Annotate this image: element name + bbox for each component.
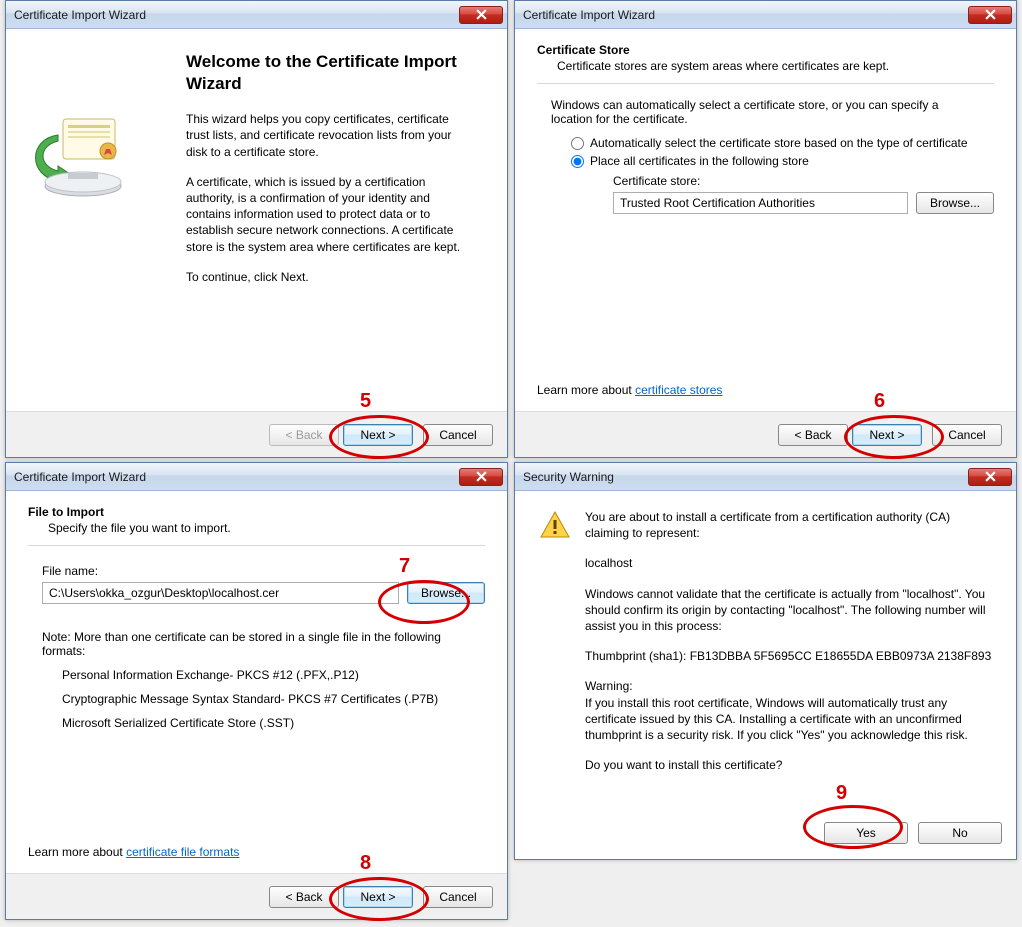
- wizard-welcome-dialog: Certificate Import Wizard Welcome to the…: [5, 0, 508, 458]
- radio-auto-select[interactable]: Automatically select the certificate sto…: [571, 136, 994, 150]
- warning-label: Warning:: [585, 678, 994, 694]
- dialog-title: Certificate Import Wizard: [14, 8, 459, 22]
- titlebar[interactable]: Certificate Import Wizard: [6, 463, 507, 491]
- learn-more-link[interactable]: certificate stores: [635, 383, 722, 397]
- warning-intro: You are about to install a certificate f…: [585, 509, 994, 541]
- section-subtext: Certificate stores are system areas wher…: [557, 59, 994, 73]
- dialog-title: Certificate Import Wizard: [523, 8, 968, 22]
- radio-auto-select-input[interactable]: [571, 137, 584, 150]
- wizard-text-pane: Welcome to the Certificate Import Wizard…: [186, 51, 485, 403]
- titlebar[interactable]: Certificate Import Wizard: [515, 1, 1016, 29]
- close-icon: [985, 9, 996, 20]
- divider: [537, 83, 994, 84]
- dialog-content: Welcome to the Certificate Import Wizard…: [6, 29, 507, 411]
- close-icon: [476, 9, 487, 20]
- divider: [28, 545, 485, 546]
- format-sst: Microsoft Serialized Certificate Store (…: [62, 716, 485, 730]
- back-button[interactable]: < Back: [269, 886, 339, 908]
- no-button[interactable]: No: [918, 822, 1002, 844]
- cancel-button[interactable]: Cancel: [932, 424, 1002, 446]
- back-button: < Back: [269, 424, 339, 446]
- back-button[interactable]: < Back: [778, 424, 848, 446]
- dialog-footer: Yes No: [515, 813, 1016, 859]
- wizard-store-dialog: Certificate Import Wizard Certificate St…: [514, 0, 1017, 458]
- dialog-title: Security Warning: [523, 470, 968, 484]
- radio-place-label: Place all certificates in the following …: [590, 154, 809, 168]
- wizard-intro-3: To continue, click Next.: [186, 269, 475, 285]
- dialog-content: You are about to install a certificate f…: [515, 491, 1016, 813]
- store-value-box: Trusted Root Certification Authorities: [613, 192, 908, 214]
- dialog-content: File to Import Specify the file you want…: [6, 491, 507, 873]
- learn-more: Learn more about certificate stores: [537, 383, 722, 397]
- thumbprint: Thumbprint (sha1): FB13DBBA 5F5695CC E18…: [585, 648, 994, 664]
- close-button[interactable]: [968, 6, 1012, 24]
- next-button[interactable]: Next >: [343, 424, 413, 446]
- close-icon: [985, 471, 996, 482]
- wizard-intro-1: This wizard helps you copy certificates,…: [186, 111, 475, 160]
- format-pfx: Personal Information Exchange- PKCS #12 …: [62, 668, 485, 682]
- warning-validate: Windows cannot validate that the certifi…: [585, 586, 994, 635]
- store-intro: Windows can automatically select a certi…: [551, 98, 994, 126]
- cancel-button[interactable]: Cancel: [423, 886, 493, 908]
- close-icon: [476, 471, 487, 482]
- store-value: Trusted Root Certification Authorities: [620, 196, 815, 210]
- formats-note: Note: More than one certificate can be s…: [42, 630, 485, 658]
- filename-label: File name:: [42, 564, 485, 578]
- section-heading: Certificate Store: [537, 43, 994, 57]
- learn-more: Learn more about certificate file format…: [28, 845, 239, 859]
- titlebar[interactable]: Certificate Import Wizard: [6, 1, 507, 29]
- cancel-button[interactable]: Cancel: [423, 424, 493, 446]
- certificate-wizard-icon: [28, 111, 138, 201]
- close-button[interactable]: [459, 468, 503, 486]
- warning-question: Do you want to install this certificate?: [585, 757, 994, 773]
- browse-button[interactable]: Browse...: [916, 192, 994, 214]
- radio-place-all[interactable]: Place all certificates in the following …: [571, 154, 994, 168]
- dialog-footer: < Back Next > Cancel: [6, 411, 507, 457]
- next-button[interactable]: Next >: [852, 424, 922, 446]
- close-button[interactable]: [968, 468, 1012, 486]
- store-label: Certificate store:: [613, 174, 994, 188]
- browse-button[interactable]: Browse...: [407, 582, 485, 604]
- format-p7b: Cryptographic Message Syntax Standard- P…: [62, 692, 485, 706]
- section-heading: File to Import: [28, 505, 485, 519]
- filename-input[interactable]: [42, 582, 399, 604]
- wizard-intro-2: A certificate, which is issued by a cert…: [186, 174, 475, 255]
- learn-more-link[interactable]: certificate file formats: [126, 845, 239, 859]
- warning-text: If you install this root certificate, Wi…: [585, 695, 994, 744]
- security-warning-dialog: Security Warning You are about to instal…: [514, 462, 1017, 860]
- close-button[interactable]: [459, 6, 503, 24]
- radio-place-all-input[interactable]: [571, 155, 584, 168]
- radio-auto-label: Automatically select the certificate sto…: [590, 136, 968, 150]
- yes-button[interactable]: Yes: [824, 822, 908, 844]
- wizard-file-dialog: Certificate Import Wizard File to Import…: [5, 462, 508, 920]
- dialog-footer: < Back Next > Cancel: [515, 411, 1016, 457]
- dialog-content: Certificate Store Certificate stores are…: [515, 29, 1016, 411]
- warning-icon: [539, 509, 571, 541]
- wizard-heading: Welcome to the Certificate Import Wizard: [186, 51, 475, 95]
- titlebar[interactable]: Security Warning: [515, 463, 1016, 491]
- dialog-footer: < Back Next > Cancel: [6, 873, 507, 919]
- section-subtext: Specify the file you want to import.: [48, 521, 485, 535]
- dialog-title: Certificate Import Wizard: [14, 470, 459, 484]
- next-button[interactable]: Next >: [343, 886, 413, 908]
- wizard-graphic-pane: [28, 51, 168, 403]
- warning-host: localhost: [585, 555, 994, 571]
